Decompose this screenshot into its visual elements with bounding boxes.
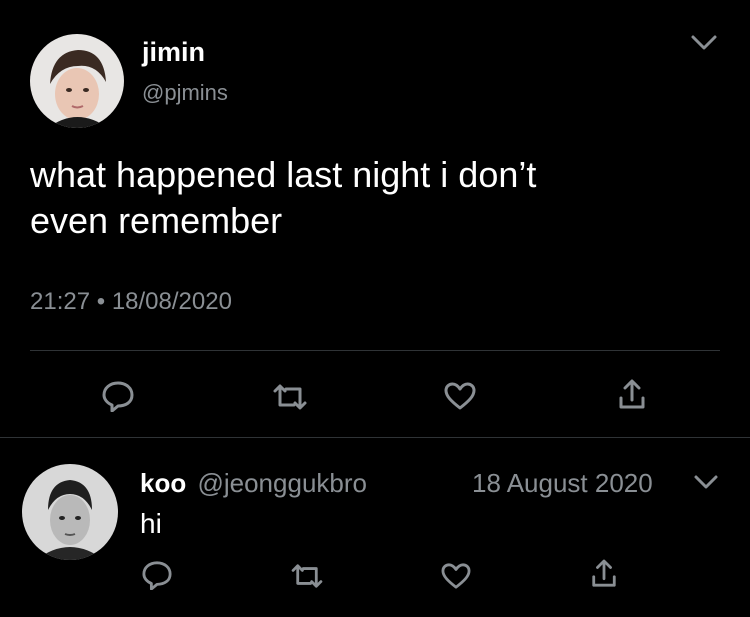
tweet-date: 18/08/2020: [111, 288, 232, 315]
divider: [30, 350, 720, 351]
reply-author-handle[interactable]: @jeonggukbro: [197, 468, 367, 498]
author-avatar[interactable]: [30, 34, 124, 128]
reply-author-name[interactable]: koo: [140, 468, 186, 498]
heart-icon[interactable]: [440, 562, 472, 590]
divider: [0, 437, 750, 438]
heart-icon[interactable]: [443, 381, 477, 411]
retweet-icon[interactable]: [290, 563, 324, 589]
chevron-down-icon[interactable]: [690, 34, 718, 52]
reply-icon[interactable]: [141, 560, 173, 590]
tweet-time: 21:27: [30, 288, 91, 315]
tweet-text: what happened last night i don’t even re…: [30, 152, 730, 244]
share-icon[interactable]: [617, 378, 647, 412]
author-handle[interactable]: @pjmins: [142, 80, 228, 106]
reply-text: hi: [140, 508, 162, 539]
tweet-text-line: what happened last night i don’t: [30, 154, 537, 195]
reply-icon[interactable]: [101, 380, 135, 412]
reply-author-avatar[interactable]: [22, 464, 118, 560]
reply-date[interactable]: 18 August 2020: [472, 468, 653, 499]
reply-header: koo @jeonggukbro: [140, 468, 367, 499]
share-icon[interactable]: [590, 558, 618, 590]
tweet-text-line: even remember: [30, 200, 283, 241]
separator: •: [96, 288, 106, 315]
chevron-down-icon[interactable]: [693, 474, 719, 490]
tweet-timestamp[interactable]: 21:27 • 18/08/2020: [30, 288, 232, 316]
author-name[interactable]: jimin: [142, 37, 205, 68]
retweet-icon[interactable]: [272, 383, 308, 411]
